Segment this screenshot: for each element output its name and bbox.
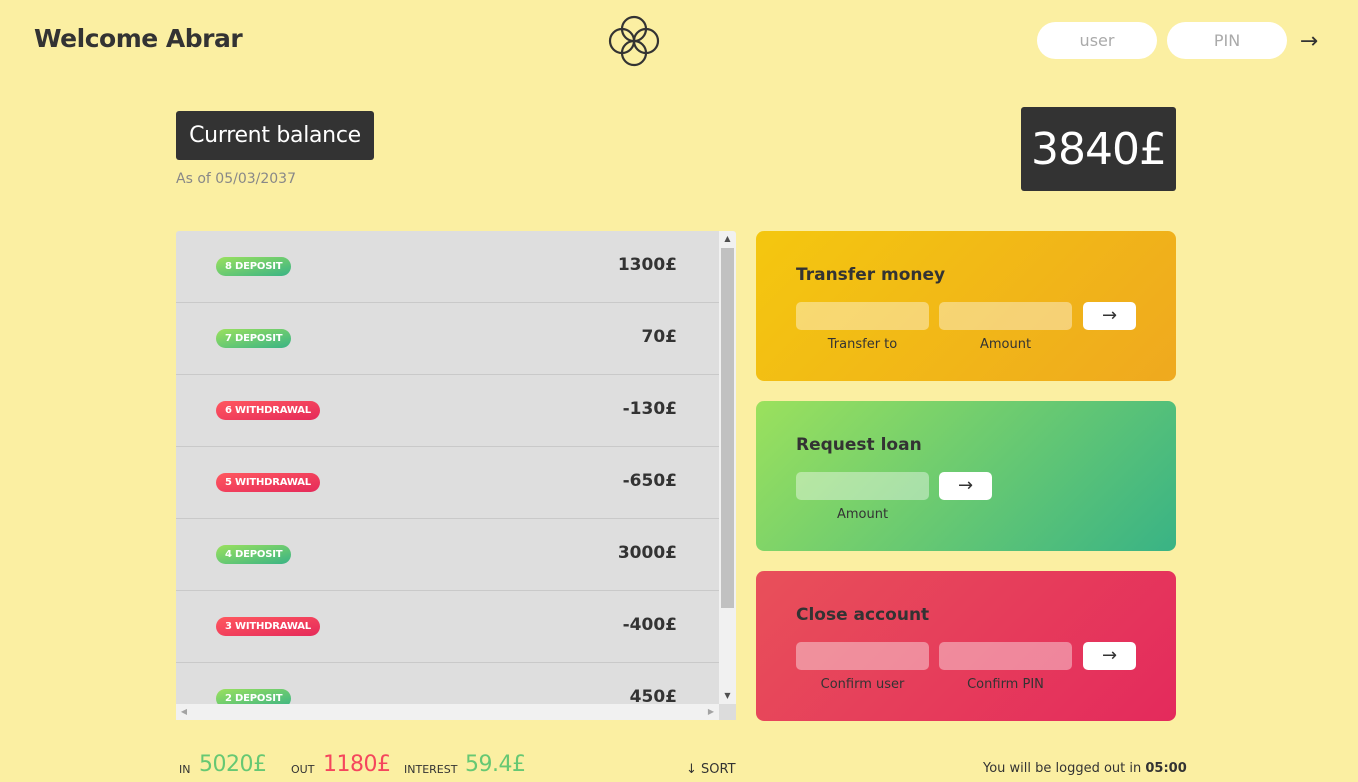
loan-button[interactable]: → <box>939 472 992 500</box>
logout-text: You will be logged out in <box>983 761 1142 776</box>
movement-row: 6 WITHDRAWAL -130£ <box>176 375 719 447</box>
movement-value: 3000£ <box>617 543 677 563</box>
summary-out-label: Out <box>291 763 315 776</box>
summary-out-value: 1180£ <box>323 752 391 777</box>
confirm-pin-label: Confirm PIN <box>967 677 1044 692</box>
movement-row: 4 DEPOSIT 3000£ <box>176 519 719 591</box>
movement-value: -130£ <box>622 399 677 419</box>
movement-row: 8 DEPOSIT 1300£ <box>176 231 719 303</box>
confirm-user-input[interactable] <box>796 642 929 670</box>
transfer-to-label: Transfer to <box>827 337 898 352</box>
balance-value: 3840£ <box>1021 107 1176 191</box>
logout-timer: You will be logged out in 05:00 <box>983 761 1187 776</box>
balance-date: As of 05/03/2037 <box>176 171 296 187</box>
loan-amount-label: Amount <box>836 507 889 522</box>
summary-interest-value: 59.4£ <box>465 752 526 777</box>
movement-type-badge: 6 WITHDRAWAL <box>216 401 320 420</box>
movement-type-badge: 7 DEPOSIT <box>216 329 292 348</box>
loan-panel: Request loan → Amount <box>756 401 1176 551</box>
transfer-to-input[interactable] <box>796 302 929 330</box>
summary-interest-label: Interest <box>404 763 458 776</box>
balance-date-prefix: As of <box>176 171 211 187</box>
movement-value: 1300£ <box>617 255 677 275</box>
movement-type-badge: 4 DEPOSIT <box>216 545 292 564</box>
loan-amount-input[interactable] <box>796 472 929 500</box>
horizontal-scrollbar[interactable]: ◀ ▶ <box>176 704 719 720</box>
balance-date-value: 05/03/2037 <box>215 171 296 187</box>
movement-row: 7 DEPOSIT 70£ <box>176 303 719 375</box>
loan-title: Request loan <box>796 435 922 455</box>
scroll-right-icon[interactable]: ▶ <box>704 704 718 720</box>
movements-panel: 8 DEPOSIT 1300£ 7 DEPOSIT 70£ 6 WITHDRAWAL -1… <box>176 231 736 720</box>
movement-row: 3 WITHDRAWAL -400£ <box>176 591 719 663</box>
transfer-title: Transfer money <box>796 265 946 285</box>
transfer-amount-label: Amount <box>979 337 1032 352</box>
vertical-scroll-thumb[interactable] <box>721 248 734 608</box>
sort-button[interactable]: ↓ SORT <box>686 762 736 777</box>
movement-value: -400£ <box>622 615 677 635</box>
scroll-left-icon[interactable]: ◀ <box>177 704 191 720</box>
movement-type-badge: 8 DEPOSIT <box>216 257 292 276</box>
login-button[interactable]: → <box>1294 26 1324 56</box>
confirm-user-label: Confirm user <box>820 677 905 692</box>
vertical-scrollbar[interactable]: ▲ ▼ <box>719 231 736 704</box>
summary-in-value: 5020£ <box>199 752 267 777</box>
transfer-button[interactable]: → <box>1083 302 1136 330</box>
login-user-input[interactable] <box>1037 22 1157 59</box>
transfer-amount-input[interactable] <box>939 302 1072 330</box>
scroll-up-icon[interactable]: ▲ <box>719 232 736 246</box>
movements-list[interactable]: 8 DEPOSIT 1300£ 7 DEPOSIT 70£ 6 WITHDRAWAL -1… <box>176 231 719 704</box>
scroll-corner <box>719 704 736 720</box>
close-account-title: Close account <box>796 605 930 625</box>
movement-row: 2 DEPOSIT 450£ <box>176 663 719 704</box>
movement-value: 70£ <box>641 327 678 347</box>
scroll-down-icon[interactable]: ▼ <box>719 689 736 703</box>
confirm-pin-input[interactable] <box>939 642 1072 670</box>
movement-type-badge: 2 DEPOSIT <box>216 689 292 704</box>
current-balance-label: Current balance <box>176 111 374 160</box>
close-account-button[interactable]: → <box>1083 642 1136 670</box>
logout-countdown: 05:00 <box>1145 761 1187 776</box>
movement-type-badge: 5 WITHDRAWAL <box>216 473 320 492</box>
welcome-message: Welcome Abrar <box>34 24 243 53</box>
movement-value: 450£ <box>629 687 677 704</box>
login-pin-input[interactable] <box>1167 22 1287 59</box>
movement-type-badge: 3 WITHDRAWAL <box>216 617 320 636</box>
summary-in-label: In <box>179 763 191 776</box>
movement-row: 5 WITHDRAWAL -650£ <box>176 447 719 519</box>
movement-value: -650£ <box>622 471 677 491</box>
transfer-panel: Transfer money → Transfer to Amount <box>756 231 1176 381</box>
close-account-panel: Close account → Confirm user Confirm PIN <box>756 571 1176 721</box>
bank-logo-icon <box>608 15 660 67</box>
